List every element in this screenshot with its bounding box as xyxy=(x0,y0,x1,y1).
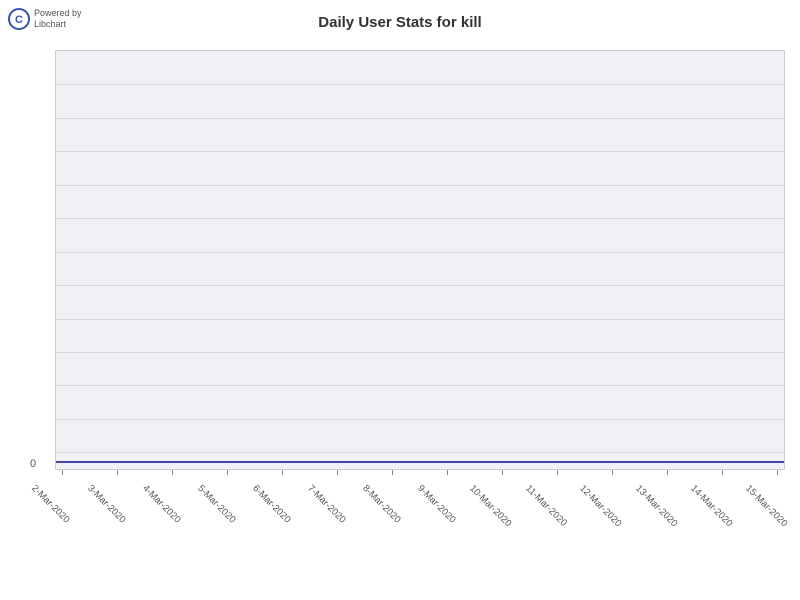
x-label-wrap: 10-Mar-2020 xyxy=(496,470,510,494)
tick-line xyxy=(502,470,503,475)
x-label-wrap: 7-Mar-2020 xyxy=(330,470,344,494)
x-label-wrap: 4-Mar-2020 xyxy=(165,470,179,494)
grid-lines xyxy=(56,51,784,469)
grid-line xyxy=(56,385,784,386)
grid-line xyxy=(56,84,784,85)
tick-line xyxy=(282,470,283,475)
tick-line xyxy=(172,470,173,475)
x-axis: 2-Mar-2020 3-Mar-2020 4-Mar-2020 5-Mar-2020… xyxy=(55,470,785,590)
x-axis-label: 11-Mar-2020 xyxy=(523,483,569,529)
chart-container: C Powered by Libchart Daily User Stats f… xyxy=(0,0,800,600)
y-axis-label: 0 xyxy=(30,458,36,470)
chart-plot-area xyxy=(55,50,785,470)
x-label-wrap: 11-Mar-2020 xyxy=(551,470,565,494)
grid-line xyxy=(56,118,784,119)
x-label-wrap: 12-Mar-2020 xyxy=(606,470,620,494)
tick-line xyxy=(117,470,118,475)
x-axis-label: 15-Mar-2020 xyxy=(743,483,789,529)
x-labels: 2-Mar-2020 3-Mar-2020 4-Mar-2020 5-Mar-2020… xyxy=(55,470,785,590)
tick-line xyxy=(227,470,228,475)
tick-line xyxy=(447,470,448,475)
x-label-wrap: 6-Mar-2020 xyxy=(275,470,289,494)
x-axis-label: 8-Mar-2020 xyxy=(360,483,403,526)
grid-line xyxy=(56,285,784,286)
x-label-wrap: 14-Mar-2020 xyxy=(716,470,730,494)
tick-line xyxy=(337,470,338,475)
data-line xyxy=(56,461,784,463)
x-axis-label: 5-Mar-2020 xyxy=(195,483,238,526)
x-label-wrap: 8-Mar-2020 xyxy=(385,470,399,494)
x-axis-label: 14-Mar-2020 xyxy=(688,483,734,529)
x-axis-label: 12-Mar-2020 xyxy=(578,483,624,529)
grid-line xyxy=(56,151,784,152)
x-label-wrap: 13-Mar-2020 xyxy=(661,470,675,494)
tick-line xyxy=(392,470,393,475)
x-axis-label: 6-Mar-2020 xyxy=(250,483,293,526)
x-label-wrap: 3-Mar-2020 xyxy=(110,470,124,494)
x-axis-label: 10-Mar-2020 xyxy=(468,483,514,529)
tick-line xyxy=(777,470,778,475)
grid-line xyxy=(56,252,784,253)
grid-line xyxy=(56,218,784,219)
x-label-wrap: 5-Mar-2020 xyxy=(220,470,234,494)
grid-line xyxy=(56,185,784,186)
x-axis-label: 13-Mar-2020 xyxy=(633,483,679,529)
x-axis-label: 4-Mar-2020 xyxy=(140,483,183,526)
tick-line xyxy=(667,470,668,475)
x-label-wrap: 15-Mar-2020 xyxy=(771,470,785,494)
grid-line xyxy=(56,352,784,353)
grid-line xyxy=(56,319,784,320)
x-label-wrap: 9-Mar-2020 xyxy=(440,470,454,494)
tick-line xyxy=(612,470,613,475)
x-axis-label: 3-Mar-2020 xyxy=(85,483,128,526)
tick-line xyxy=(62,470,63,475)
tick-line xyxy=(557,470,558,475)
grid-line xyxy=(56,452,784,453)
x-axis-label: 2-Mar-2020 xyxy=(30,483,73,526)
grid-line xyxy=(56,419,784,420)
x-axis-label: 9-Mar-2020 xyxy=(415,483,458,526)
tick-line xyxy=(722,470,723,475)
x-axis-label: 7-Mar-2020 xyxy=(305,483,348,526)
chart-title: Daily User Stats for kill xyxy=(0,14,800,31)
x-label-wrap: 2-Mar-2020 xyxy=(55,470,69,494)
